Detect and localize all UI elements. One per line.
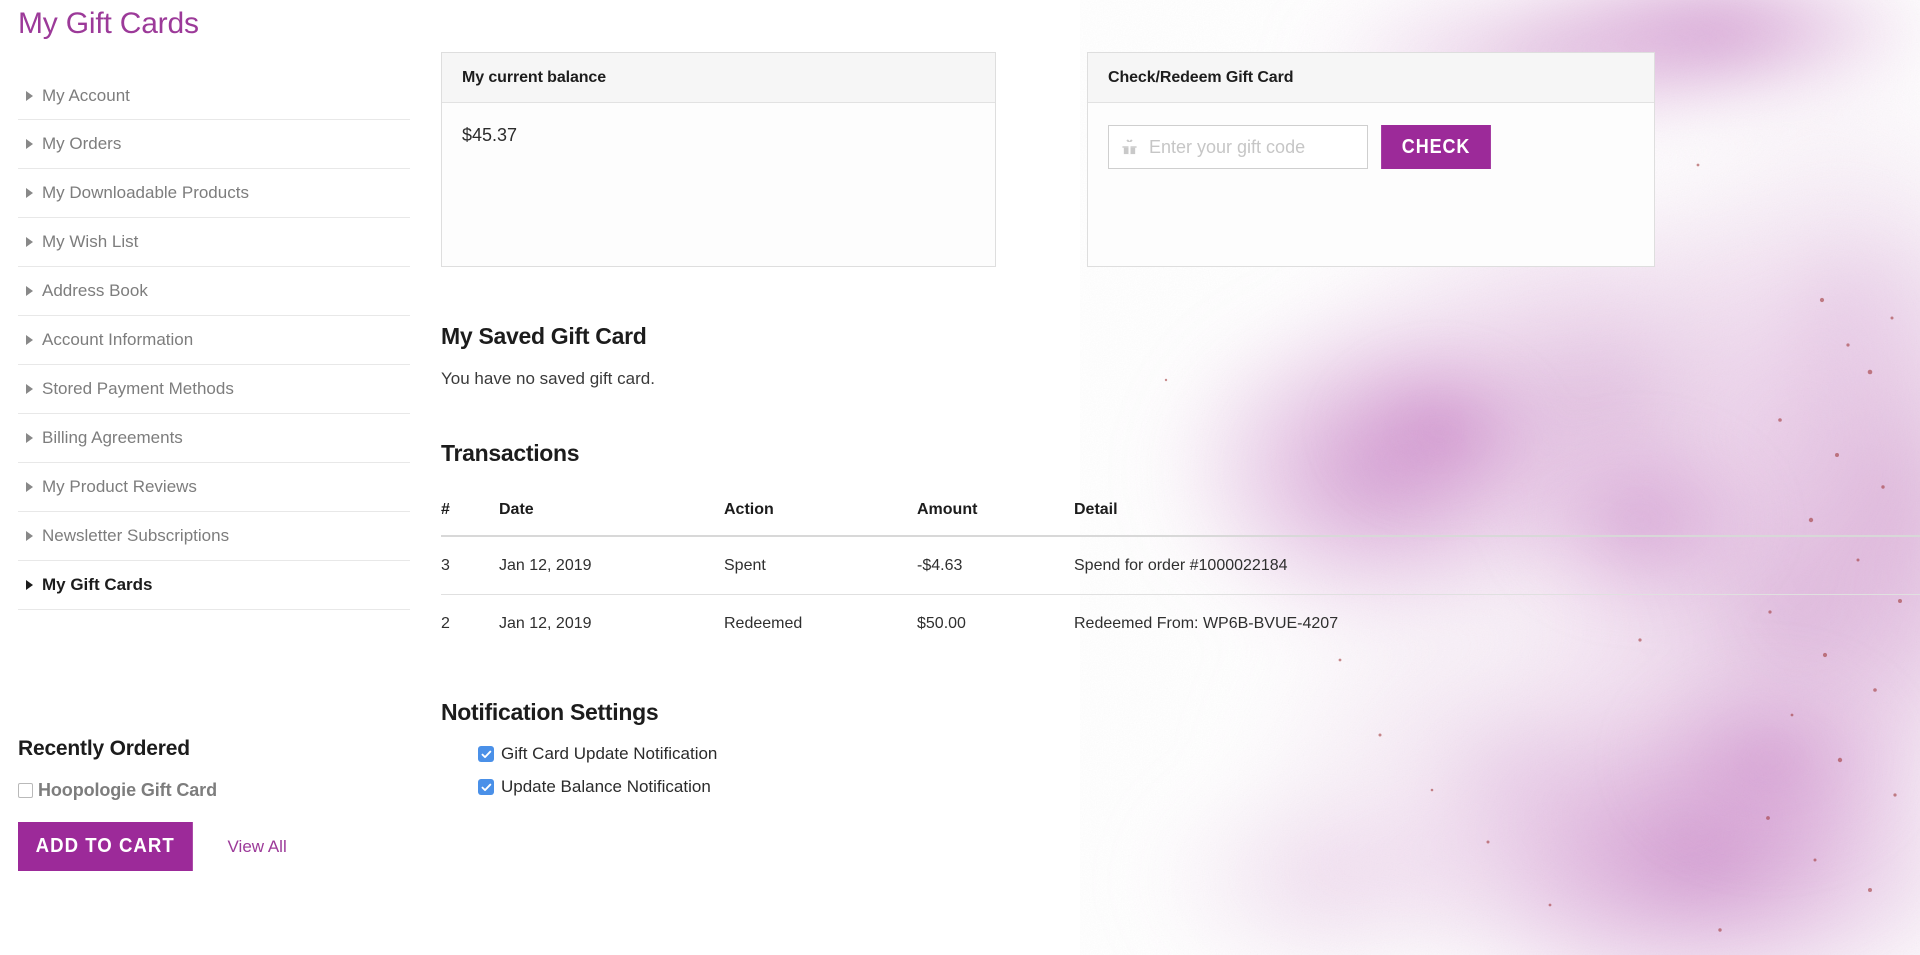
sidebar-item-label: My Product Reviews xyxy=(42,477,197,496)
add-to-cart-button[interactable]: ADD TO CART xyxy=(18,822,193,871)
recently-ordered-actions: ADD TO CART View All xyxy=(18,822,398,871)
transactions-table: # Date Action Amount Detail 3 Jan 12, 2019 Spe… xyxy=(441,501,1920,652)
notification-settings-heading: Notification Settings xyxy=(441,699,659,725)
column-header: Detail xyxy=(1074,501,1920,537)
caret-right-icon xyxy=(26,139,33,149)
cell-action: Spent xyxy=(724,536,917,595)
current-balance-body: $45.37 xyxy=(442,103,995,266)
transactions-table-body: 3 Jan 12, 2019 Spent -$4.63 Spend for order … xyxy=(441,536,1920,652)
cell-date: Jan 12, 2019 xyxy=(499,615,592,632)
column-header: Date xyxy=(499,501,724,537)
gift-code-input-wrapper[interactable] xyxy=(1108,125,1368,169)
sidebar-item-label: Address Book xyxy=(42,281,148,300)
cell-action: Redeemed xyxy=(724,615,803,632)
notification-option[interactable]: Gift Card Update Notification xyxy=(478,744,1920,764)
notification-option-label: Update Balance Notification xyxy=(501,777,711,796)
caret-right-icon xyxy=(26,188,33,198)
recently-ordered-item[interactable]: Hoopologie Gift Card xyxy=(18,780,398,801)
caret-right-icon xyxy=(26,531,33,541)
cell-num: 2 xyxy=(441,615,450,632)
gift-icon xyxy=(1121,139,1138,156)
caret-right-icon xyxy=(26,433,33,443)
cell-amount: $50.00 xyxy=(917,615,966,632)
sidebar-item-label: Stored Payment Methods xyxy=(42,379,234,398)
cell-amount: -$4.63 xyxy=(917,536,1074,595)
notification-option[interactable]: Update Balance Notification xyxy=(478,777,1920,797)
checkbox-checked-icon[interactable] xyxy=(478,779,494,795)
current-balance-value: $45.37 xyxy=(462,125,518,145)
sidebar-item-label: My Orders xyxy=(42,134,122,153)
cell-detail: Redeemed From: WP6B-BVUE-4207 xyxy=(1074,615,1339,632)
saved-gift-card-empty-text: You have no saved gift card. xyxy=(441,369,655,388)
sidebar-item-label: Billing Agreements xyxy=(42,428,183,447)
sidebar-item-my-wish-list[interactable]: My Wish List xyxy=(18,218,410,267)
sidebar-item-label: My Downloadable Products xyxy=(42,183,249,202)
gift-code-input[interactable] xyxy=(1109,126,1367,168)
account-sidebar: My Gift Cards My Account My Orders My Down… xyxy=(0,0,420,955)
view-all-link[interactable]: View All xyxy=(228,837,287,857)
caret-right-icon xyxy=(26,580,33,590)
column-header: # xyxy=(441,501,499,537)
caret-right-icon xyxy=(26,482,33,492)
sidebar-item-my-orders[interactable]: My Orders xyxy=(18,120,410,169)
caret-right-icon xyxy=(26,384,33,394)
sidebar-item-my-downloadable-products[interactable]: My Downloadable Products xyxy=(18,169,410,218)
check-redeem-card: Check/Redeem Gift Card Enter your gift c… xyxy=(1087,52,1655,267)
caret-right-icon xyxy=(26,237,33,247)
page-title: My Gift Cards xyxy=(18,7,199,40)
caret-right-icon xyxy=(26,90,33,101)
saved-gift-card-heading: My Saved Gift Card xyxy=(441,323,647,349)
sidebar-item-address-book[interactable]: Address Book xyxy=(18,267,410,316)
sidebar-item-label: My Wish List xyxy=(42,232,139,251)
account-nav: My Account My Orders My Downloadable Produ… xyxy=(18,71,410,610)
recently-ordered-block: Recently Ordered Hoopologie Gift Card AD… xyxy=(18,737,398,871)
check-redeem-body: CHECK xyxy=(1088,103,1654,266)
recently-ordered-product-label: Hoopologie Gift Card xyxy=(38,780,217,800)
sidebar-item-my-gift-cards[interactable]: My Gift Cards xyxy=(18,561,410,610)
transactions-table-head: # Date Action Amount Detail xyxy=(441,501,1920,537)
saved-gift-card-section: My Saved Gift Card You have no saved gif… xyxy=(441,323,1920,389)
sidebar-item-billing-agreements[interactable]: Billing Agreements xyxy=(18,414,410,463)
sidebar-item-label: Newsletter Subscriptions xyxy=(42,526,230,545)
cell-num: 3 xyxy=(441,536,499,595)
sidebar-item-my-product-reviews[interactable]: My Product Reviews xyxy=(18,463,410,512)
notification-options-list: Gift Card Update Notification Update Bala… xyxy=(441,744,1920,797)
sidebar-item-label: My Account xyxy=(42,85,130,105)
table-row: 2 Jan 12, 2019 Redeemed $50.00 Redeemed From… xyxy=(441,595,1920,653)
table-header-row: # Date Action Amount Detail xyxy=(441,501,1920,537)
transactions-heading: Transactions xyxy=(441,440,580,466)
cell-date: Jan 12, 2019 xyxy=(499,536,724,595)
caret-right-icon xyxy=(26,286,33,296)
current-balance-heading: My current balance xyxy=(442,53,995,103)
sidebar-item-label: Account Information xyxy=(42,330,194,349)
notification-settings-section: Notification Settings Gift Card Update N… xyxy=(441,699,1920,797)
account-page: My Gift Cards My Account My Orders My Down… xyxy=(0,0,1920,955)
current-balance-card: My current balance $45.37 xyxy=(441,52,996,267)
check-redeem-heading: Check/Redeem Gift Card xyxy=(1088,53,1654,103)
sidebar-item-stored-payment-methods[interactable]: Stored Payment Methods xyxy=(18,365,410,414)
checkbox-checked-icon[interactable] xyxy=(478,746,494,762)
sidebar-item-label: My Gift Cards xyxy=(42,575,153,594)
sidebar-item-newsletter-subscriptions[interactable]: Newsletter Subscriptions xyxy=(18,512,410,561)
recently-ordered-heading: Recently Ordered xyxy=(18,737,190,760)
summary-cards-row: My current balance $45.37 Check/Redeem G… xyxy=(441,0,1920,267)
sidebar-item-my-account[interactable]: My Account xyxy=(18,71,410,120)
recently-ordered-checkbox[interactable] xyxy=(18,783,33,798)
transactions-section: Transactions # Date Action Amount Detail 3 Ja… xyxy=(441,440,1920,652)
table-row: 3 Jan 12, 2019 Spent -$4.63 Spend for order … xyxy=(441,536,1920,595)
redeem-form: CHECK xyxy=(1108,125,1634,169)
cell-detail: Spend for order #1000022184 xyxy=(1074,536,1920,595)
main-content: My current balance $45.37 Check/Redeem G… xyxy=(420,0,1920,955)
sidebar-item-account-information[interactable]: Account Information xyxy=(18,316,410,365)
column-header: Action xyxy=(724,501,917,537)
notification-option-label: Gift Card Update Notification xyxy=(501,744,718,763)
column-header: Amount xyxy=(917,501,1074,537)
caret-right-icon xyxy=(26,335,33,345)
check-gift-card-button[interactable]: CHECK xyxy=(1381,125,1492,169)
